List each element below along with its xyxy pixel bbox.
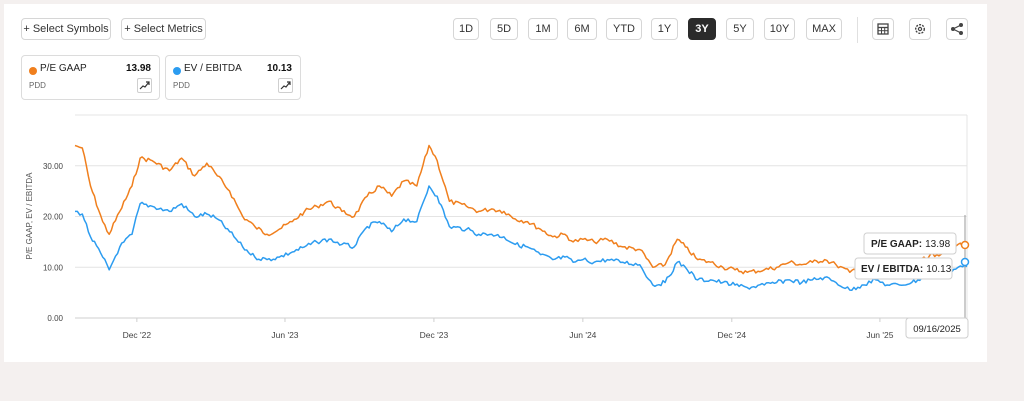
pe-gaap-series-line[interactable] [74,144,968,275]
ev-hover-marker [960,257,970,267]
tooltip-pe: P/E GAAP: 13.98 [863,232,957,255]
y-tick-label: 0.00 [47,314,63,323]
svg-text:P/E GAAP:13.98: P/E GAAP: 13.98 [871,239,951,250]
x-tick-label: Dec '24 [718,330,747,340]
tooltip-ev: EV / EBITDA: 10.13 [854,257,953,280]
y-axis-title: P/E GAAP, EV / EBITDA [25,172,34,260]
y-tick-label: 20.00 [43,213,64,222]
y-tick-label: 30.00 [43,162,64,171]
tooltip-date-text: 09/16/2025 [913,324,961,335]
x-tick-label: Dec '22 [123,330,152,340]
x-tick-label: Jun '23 [271,330,298,340]
tooltip-ev-label: EV / EBITDA: [861,264,923,275]
x-tick-label: Dec '23 [420,330,449,340]
tooltip-ev-value: 10.13 [926,264,951,275]
ev-ebitda-series-line[interactable] [75,185,968,292]
tooltip-date: 09/16/2025 [905,317,969,339]
x-tick-label: Jun '25 [866,330,893,340]
tooltip-pe-label: P/E GAAP: [871,239,922,250]
x-tick-label: Jun '24 [569,330,596,340]
tooltip-pe-value: 13.98 [925,239,950,250]
pe-hover-marker [960,240,970,250]
y-tick-label: 10.00 [43,263,64,272]
svg-text:EV / EBITDA:10.13: EV / EBITDA: 10.13 [861,264,952,275]
line-chart[interactable]: P/E GAAP, EV / EBITDA 0.00 10.00 20.00 30.0… [0,0,1024,401]
